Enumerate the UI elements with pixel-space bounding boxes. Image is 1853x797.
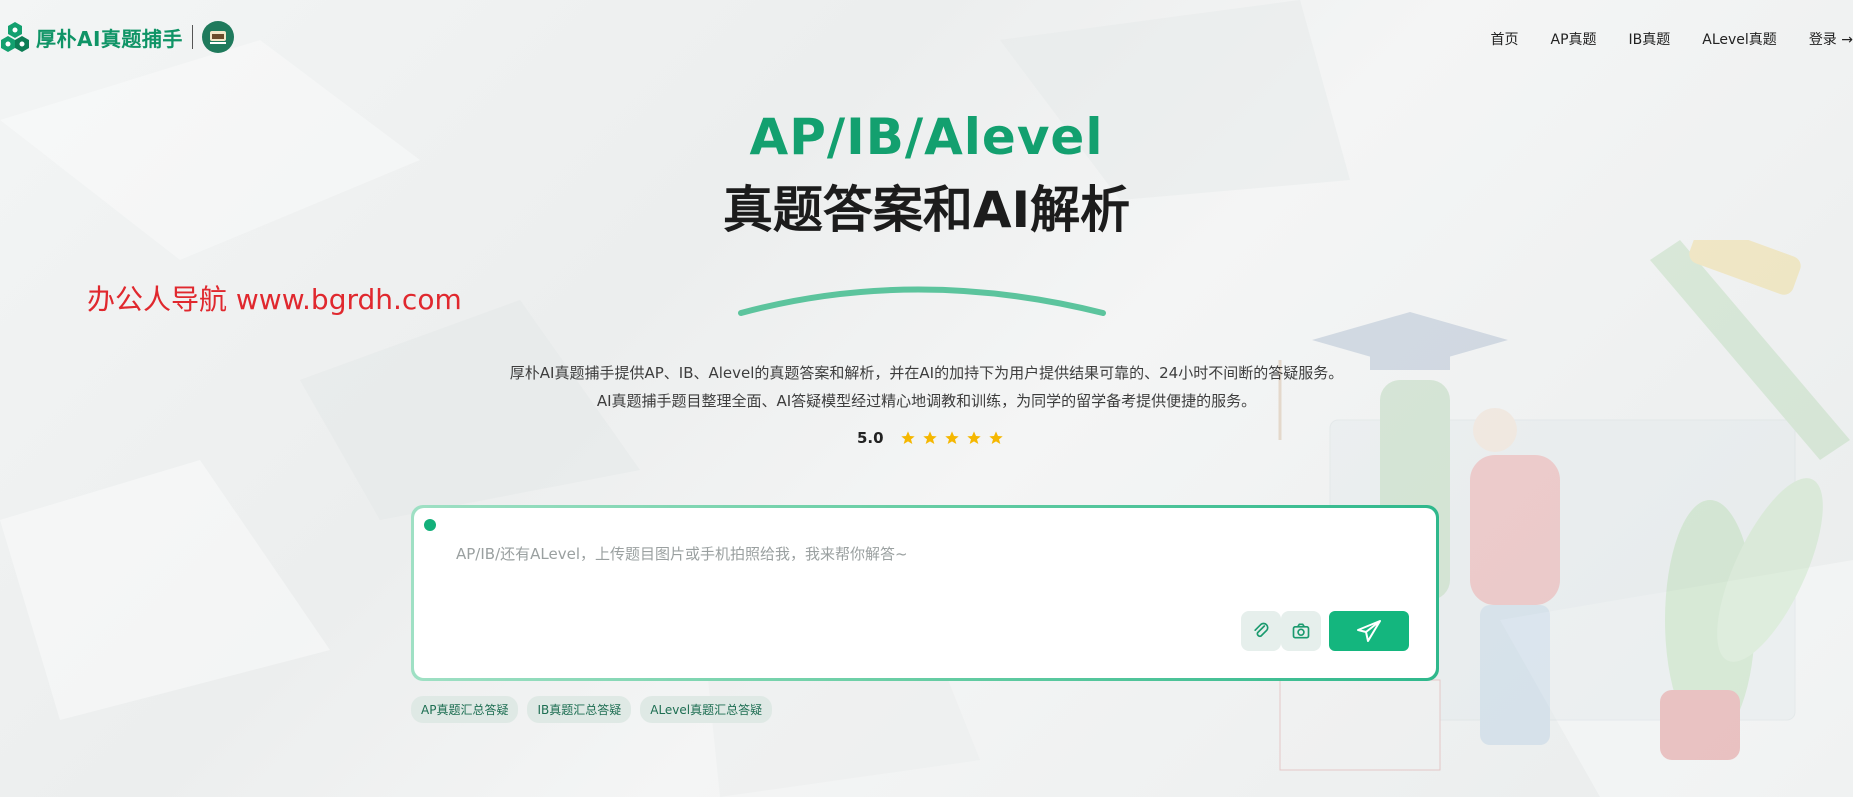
hero-title-line2: 真题答案和AI解析 xyxy=(722,181,1131,239)
status-dot xyxy=(424,519,436,531)
chip-ib[interactable]: IB真题汇总答疑 xyxy=(527,696,632,723)
question-input[interactable] xyxy=(454,544,1358,564)
send-plane-icon xyxy=(1357,620,1381,642)
chip-ap[interactable]: AP真题汇总答疑 xyxy=(411,696,519,723)
question-input-panel xyxy=(414,508,1436,678)
top-navigation: 厚朴AI真题捕手 首页 AP真题 IB真题 ALevel真题 登录 → xyxy=(0,0,1853,76)
partner-badge-icon xyxy=(201,21,234,53)
star-icon xyxy=(944,431,959,444)
logo-hexagon-icon xyxy=(1,22,29,52)
star-icon xyxy=(988,431,1003,444)
nav-menu: 首页 AP真题 IB真题 ALevel真题 登录 → xyxy=(1491,29,1853,49)
question-input-box xyxy=(411,505,1439,681)
star-icon xyxy=(966,431,981,444)
camera-button[interactable] xyxy=(1281,611,1321,651)
attach-button[interactable] xyxy=(1241,611,1281,651)
quick-topics: AP真题汇总答疑 IB真题汇总答疑 ALevel真题汇总答疑 xyxy=(411,696,773,723)
star-icon xyxy=(922,431,937,444)
nav-item-home[interactable]: 首页 xyxy=(1491,29,1519,49)
paperclip-icon xyxy=(1254,622,1269,638)
hero-title-line1: AP/IB/Alevel xyxy=(749,108,1104,166)
description-line2: AI真题捕手题目整理全面、AI答疑模型经过精心地调教和训练，为同学的留学备考提供… xyxy=(596,392,1257,410)
nav-item-ap[interactable]: AP真题 xyxy=(1551,29,1597,49)
decorative-swoosh xyxy=(738,286,1106,316)
camera-icon xyxy=(1292,623,1310,639)
logo-divider xyxy=(191,25,193,49)
login-link[interactable]: 登录 → xyxy=(1809,29,1853,49)
brand-logo[interactable]: 厚朴AI真题捕手 xyxy=(0,20,234,54)
description-line1: 厚朴AI真题捕手提供AP、IB、Alevel的真题答案和解析，并在AI的加持下为… xyxy=(509,364,1344,382)
rating-value: 5.0 xyxy=(857,429,884,447)
chip-alevel[interactable]: ALevel真题汇总答疑 xyxy=(640,696,773,723)
star-icon xyxy=(900,431,915,444)
send-button[interactable] xyxy=(1329,611,1409,651)
brand-name: 厚朴AI真题捕手 xyxy=(36,26,183,51)
nav-item-alevel[interactable]: ALevel真题 xyxy=(1702,29,1777,49)
nav-item-ib[interactable]: IB真题 xyxy=(1629,29,1671,49)
rating: 5.0 xyxy=(857,429,1004,447)
watermark-text: 办公人导航 www.bgrdh.com xyxy=(87,283,462,316)
